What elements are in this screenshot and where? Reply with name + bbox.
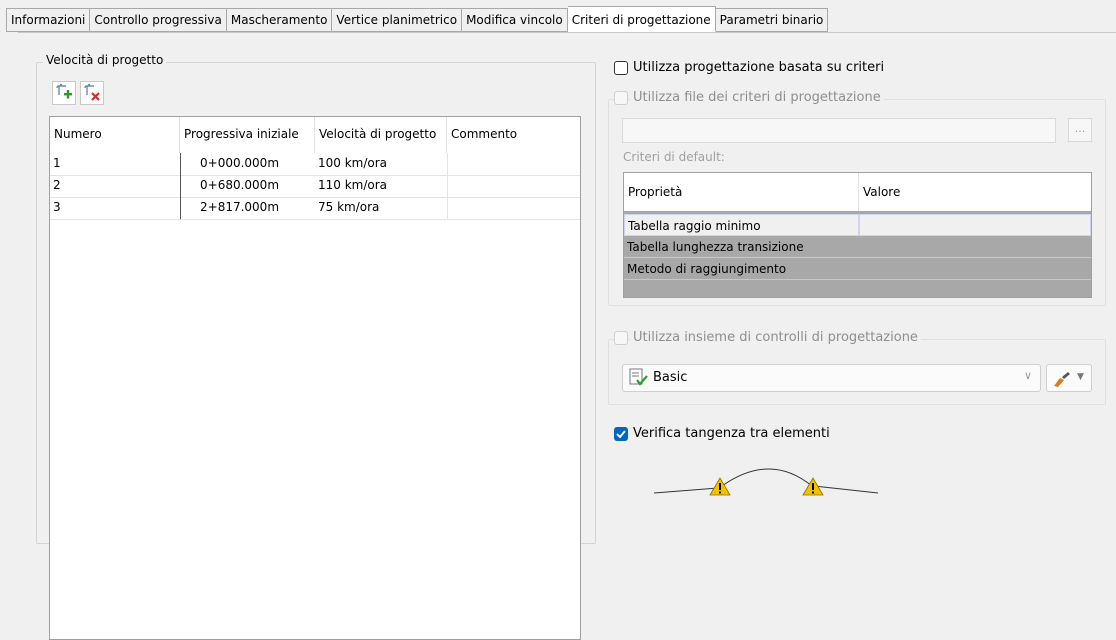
table-row[interactable]: 1 0+000.000m 100 km/ora (50, 153, 580, 176)
column-header-commento[interactable]: Commento (447, 117, 580, 153)
column-header-valore[interactable]: Valore (859, 173, 1091, 211)
use-criteria-label[interactable]: Utilizza progettazione basata su criteri (633, 60, 884, 75)
tab-criteri-di-progettazione[interactable]: Criteri di progettazione (567, 6, 716, 32)
tab-controllo-progressiva[interactable]: Controllo progressiva (90, 8, 227, 32)
add-speed-button[interactable] (52, 81, 76, 105)
tab-row: Informazioni Controllo progressiva Masch… (6, 6, 829, 33)
tab-mascheramento[interactable]: Mascheramento (226, 8, 333, 32)
more-icon: ... (1074, 122, 1086, 135)
chevron-down-icon: ∨ (1023, 369, 1032, 382)
table-row[interactable]: 2 0+680.000m 110 km/ora (50, 175, 580, 198)
row-number: 3 (53, 200, 61, 214)
tab-parametri-binario[interactable]: Parametri binario (715, 8, 829, 32)
use-check-set-checkbox[interactable] (614, 331, 628, 345)
delete-speed-button[interactable] (80, 81, 104, 105)
tab-informazioni[interactable]: Informazioni (6, 8, 91, 32)
row-speed[interactable]: 100 km/ora (315, 153, 447, 174)
table-row[interactable]: 3 2+817.000m 75 km/ora (50, 197, 580, 220)
list-item[interactable]: Tabella raggio minimo (624, 214, 859, 236)
add-row-icon (56, 83, 72, 99)
list-item[interactable]: Tabella lunghezza transizione (624, 236, 1091, 258)
column-header-progressiva-iniziale[interactable]: Progressiva iniziale (180, 117, 315, 153)
column-header-velocita-di-progetto[interactable]: Velocità di progetto (315, 117, 447, 153)
design-speeds-table[interactable]: Numero Progressiva iniziale Velocità di … (49, 116, 581, 640)
row-station[interactable]: 2+817.000m (197, 197, 315, 218)
use-check-set-label[interactable]: Utilizza insieme di controlli di progett… (630, 330, 921, 345)
tab-divider (18, 32, 1116, 33)
tab-vertice-planimetrico[interactable]: Vertice planimetrico (332, 8, 463, 32)
checkmark-icon (616, 430, 626, 439)
default-criteria-label: Criteri di default: (623, 150, 725, 164)
column-header-numero[interactable]: Numero (50, 117, 180, 153)
pick-edit-icon (1054, 372, 1070, 387)
row-speed[interactable]: 75 km/ora (315, 197, 447, 218)
warning-icon (709, 477, 731, 496)
row-comment[interactable] (447, 197, 580, 218)
row-station[interactable]: 0+680.000m (197, 175, 315, 196)
use-criteria-file-checkbox[interactable] (614, 91, 628, 105)
row-separator-line (180, 153, 181, 219)
column-divider (447, 153, 448, 219)
tab-modifica-vincolo[interactable]: Modifica vincolo (462, 8, 568, 32)
use-criteria-checkbox[interactable] (614, 61, 628, 75)
check-set-icon (629, 368, 648, 386)
row-comment[interactable] (447, 153, 580, 174)
value-cell[interactable] (859, 214, 1091, 236)
browse-criteria-file-button[interactable]: ... (1068, 118, 1092, 142)
row-number: 2 (53, 178, 61, 192)
row-comment[interactable] (447, 175, 580, 196)
tangency-check-checkbox[interactable] (614, 427, 628, 441)
criteria-file-path-input[interactable] (622, 118, 1056, 143)
default-criteria-table[interactable]: Proprietà Valore Tabella raggio minimo T… (623, 172, 1092, 298)
row-number: 1 (53, 156, 61, 170)
delete-row-icon (84, 83, 100, 101)
row-station[interactable]: 0+000.000m (197, 153, 315, 174)
check-set-value: Basic (653, 370, 688, 385)
row-speed[interactable]: 110 km/ora (315, 175, 447, 196)
tangency-check-label[interactable]: Verifica tangenza tra elementi (633, 426, 830, 441)
check-set-dropdown[interactable]: Basic ∨ (622, 364, 1041, 392)
check-set-edit-button[interactable]: ▼ (1046, 364, 1092, 392)
chevron-down-icon: ▼ (1077, 372, 1084, 382)
use-criteria-file-label[interactable]: Utilizza file dei criteri di progettazio… (630, 90, 884, 105)
tangency-illustration (653, 468, 879, 496)
tab-bar: Informazioni Controllo progressiva Masch… (0, 0, 1116, 36)
list-item[interactable]: Metodo di raggiungimento (624, 258, 1091, 280)
design-speeds-group-label: Velocità di progetto (43, 53, 167, 67)
column-header-proprieta[interactable]: Proprietà (624, 173, 859, 211)
